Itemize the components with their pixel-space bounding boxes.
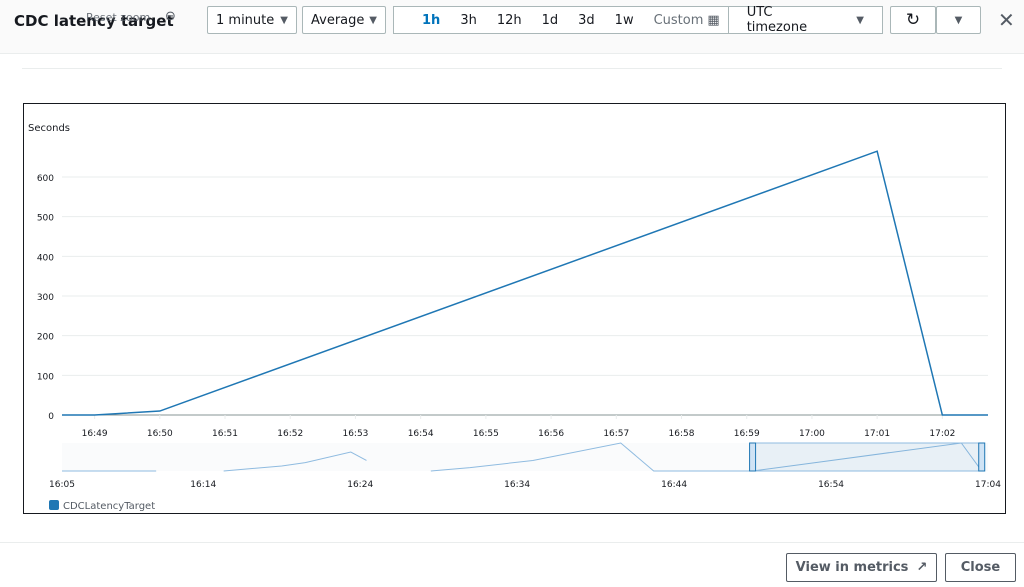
range-1w[interactable]: 1w (605, 13, 644, 28)
navigator-tick-label: 17:04 (975, 480, 1001, 490)
x-tick-label: 16:58 (669, 429, 695, 439)
x-tick-label: 16:55 (473, 429, 499, 439)
navigator-tick-label: 16:14 (190, 480, 216, 490)
line-chart[interactable]: Seconds 0 100 200 300 400 500 600 16:49 16:50 16:5… (24, 104, 1005, 513)
refresh-options-button[interactable]: ▼ (936, 6, 981, 34)
modal-header: CDC latency target Reset zoom ⊖ 1 minute… (0, 0, 1024, 54)
timezone-value: UTC timezone (746, 5, 808, 35)
caret-down-icon: ▼ (280, 14, 288, 26)
y-tick-label: 0 (48, 412, 54, 422)
period-value: 1 minute (216, 12, 275, 28)
navigator-tick-label: 16:54 (818, 480, 844, 490)
navigator-handle[interactable] (978, 442, 986, 472)
zoom-out-icon[interactable]: ⊖ (165, 9, 176, 24)
view-in-metrics-button[interactable]: View in metrics ↗ (786, 553, 937, 582)
x-tick-label: 16:49 (82, 429, 108, 439)
x-tick-label: 17:02 (929, 429, 955, 439)
y-tick-label: 200 (37, 333, 54, 343)
y-tick-label: 400 (37, 253, 54, 263)
x-tick-label: 16:53 (342, 429, 368, 439)
y-tick-label: 600 (37, 174, 54, 184)
range-12h[interactable]: 12h (487, 13, 532, 28)
time-range-selector: 1h 3h 12h 1d 3d 1w Custom ▦ UTC timezone… (393, 5, 883, 35)
statistic-value: Average (311, 12, 365, 28)
x-tick-label: 16:52 (277, 429, 303, 439)
caret-down-icon: ▼ (954, 14, 963, 26)
timezone-select[interactable]: UTC timezone ▼ (727, 5, 882, 35)
calendar-icon[interactable]: ▦ (707, 13, 727, 28)
x-tick-label: 16:57 (603, 429, 629, 439)
x-tick-label: 16:51 (212, 429, 238, 439)
caret-down-icon: ▼ (369, 14, 377, 26)
x-tick-label: 16:56 (538, 429, 564, 439)
legend-swatch (49, 500, 59, 510)
navigator-tick-label: 16:34 (504, 480, 530, 490)
y-tick-label: 100 (37, 372, 54, 382)
y-tick-label: 500 (37, 214, 54, 224)
view-in-metrics-label: View in metrics (795, 560, 909, 575)
x-tick-label: 16:50 (147, 429, 173, 439)
navigator-tick-label: 16:24 (347, 480, 373, 490)
statistic-select[interactable]: Average ▼ (302, 6, 386, 34)
x-tick-label: 17:01 (864, 429, 890, 439)
period-select[interactable]: 1 minute ▼ (207, 6, 297, 34)
navigator-tick-label: 16:44 (661, 480, 687, 490)
y-tick-label: 300 (37, 293, 54, 303)
close-button[interactable]: Close (945, 553, 1016, 582)
close-label: Close (960, 560, 1001, 575)
reset-zoom-link[interactable]: Reset zoom (86, 11, 150, 24)
close-icon[interactable]: ✕ (998, 8, 1015, 32)
refresh-icon: ↻ (905, 10, 921, 30)
external-link-icon: ↗ (916, 560, 928, 575)
range-1h[interactable]: 1h (412, 13, 450, 28)
y-axis-label: Seconds (28, 123, 70, 134)
navigator-selection (752, 442, 983, 472)
navigator-handle[interactable] (749, 442, 757, 472)
navigator-tick-label: 16:05 (49, 480, 75, 490)
caret-down-icon: ▼ (856, 14, 864, 26)
x-tick-label: 16:59 (734, 429, 760, 439)
range-3h[interactable]: 3h (450, 13, 487, 28)
legend-label: CDCLatencyTarget (63, 501, 155, 512)
x-tick-label: 16:54 (408, 429, 434, 439)
range-1d[interactable]: 1d (532, 13, 569, 28)
range-custom[interactable]: Custom (644, 13, 708, 28)
chart-container: Seconds 0 100 200 300 400 500 600 16:49 16:50 16:5… (23, 103, 1006, 514)
divider (22, 68, 1002, 69)
refresh-button[interactable]: ↻ (890, 6, 936, 34)
x-tick-label: 17:00 (799, 429, 825, 439)
range-3d[interactable]: 3d (568, 13, 605, 28)
